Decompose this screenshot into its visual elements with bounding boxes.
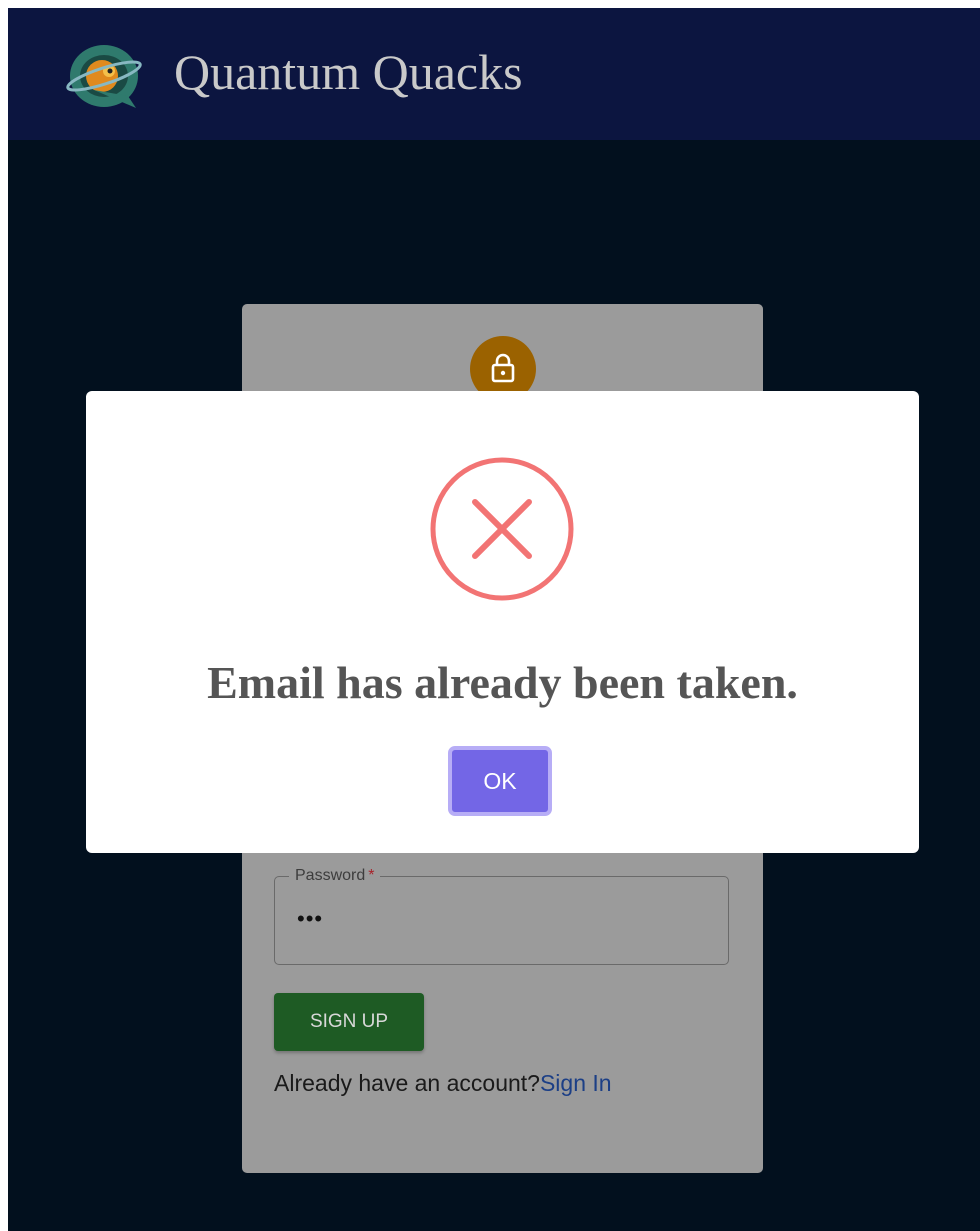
signup-button[interactable]: SIGN UP — [274, 993, 424, 1051]
modal-message: Email has already been taken. — [207, 657, 798, 708]
app-title[interactable]: Quantum Quacks — [174, 42, 523, 102]
quantum-quacks-logo-icon[interactable] — [64, 38, 150, 110]
required-marker: * — [368, 867, 375, 884]
signin-link[interactable]: Sign In — [540, 1070, 612, 1096]
lock-icon — [491, 353, 515, 383]
error-modal: Email has already been taken. OK — [86, 391, 919, 853]
password-label-text: Password — [295, 867, 366, 884]
app-viewport: Quantum Quacks Password * ••• SIGN UP Alr… — [8, 8, 980, 1231]
ok-button[interactable]: OK — [448, 746, 552, 816]
password-field[interactable]: Password * ••• — [274, 866, 729, 965]
signin-prompt: Already have an account? — [274, 1070, 540, 1096]
app-bar: Quantum Quacks — [8, 8, 980, 140]
error-x-icon — [430, 457, 574, 601]
password-value: ••• — [297, 906, 324, 931]
signin-prompt-line: Already have an account?Sign In — [274, 1068, 612, 1098]
password-label: Password * — [289, 866, 381, 886]
